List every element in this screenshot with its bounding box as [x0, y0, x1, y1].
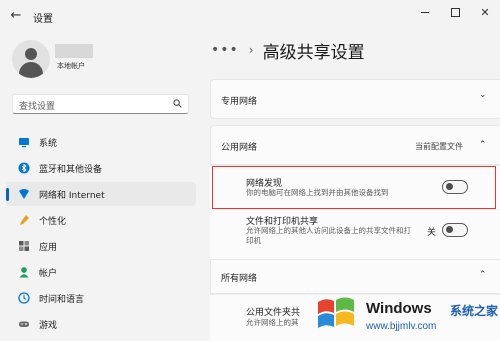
sidebar-item-system[interactable]: 系统 [6, 130, 196, 154]
minimize-button[interactable] [410, 0, 440, 24]
title-bar: ← 设置 ✕ [0, 0, 500, 32]
watermark-brand-cn: 系统之家 [450, 304, 499, 318]
sidebar-item-bluetooth[interactable]: 蓝牙和其他设备 [6, 156, 196, 180]
back-button[interactable]: ← [8, 8, 24, 24]
breadcrumb: ••• › 高级共享设置 [211, 38, 365, 63]
network-icon [19, 189, 29, 199]
section-label: 专用网络 [221, 97, 258, 107]
sidebar-item-label: 蓝牙和其他设备 [39, 165, 103, 175]
sidebar-item-time-language[interactable]: 时间和语言 [6, 286, 196, 310]
watermark-brand: Windows [366, 300, 432, 317]
sidebar-item-label: 系统 [39, 139, 58, 149]
sidebar-item-label: 应用 [39, 243, 58, 253]
page-title: 高级共享设置 [262, 42, 365, 63]
chevron-down-icon[interactable]: ⌄ [479, 90, 487, 100]
search-icon[interactable] [173, 99, 182, 108]
chevron-up-icon[interactable]: ⌃ [479, 140, 487, 150]
sidebar-item-label: 个性化 [39, 217, 67, 227]
watermark-url: www.bjjmlv.com [366, 321, 437, 332]
accounts-icon [19, 267, 29, 278]
avatar-head [25, 48, 37, 60]
sidebar-item-accounts[interactable]: 帐户 [6, 260, 196, 284]
chevron-up-icon[interactable]: ⌃ [479, 270, 487, 280]
breadcrumb-overflow-button[interactable]: ••• [211, 42, 239, 58]
sidebar-item-personalization[interactable]: 个性化 [6, 208, 196, 232]
section-private-network[interactable]: 专用网络 ⌄ [210, 79, 500, 119]
highlight-box [212, 166, 496, 209]
section-public-network[interactable]: 公用网络 当前配置文件 ⌃ [210, 125, 500, 165]
system-icon [19, 138, 29, 148]
sidebar-item-label: 网络和 Internet [39, 191, 105, 201]
apps-icon [19, 241, 29, 251]
sidebar-item-label: 帐户 [39, 269, 58, 279]
file-printer-sharing-toggle[interactable] [442, 223, 468, 237]
file-printer-sharing-row: 文件和打印机共享 允许网络上的其他人访问此设备上的共享文件和打印机 关 [210, 209, 500, 259]
app-title: 设置 [33, 14, 53, 25]
profile-name-redacted [55, 44, 93, 58]
sidebar-item-apps[interactable]: 应用 [6, 234, 196, 258]
close-button[interactable]: ✕ [470, 0, 500, 24]
maximize-button[interactable] [440, 0, 470, 24]
avatar[interactable] [12, 40, 50, 78]
gaming-icon [19, 321, 29, 327]
file-printer-sharing-state: 关 [427, 228, 437, 238]
maximize-icon [450, 7, 460, 17]
active-indicator [6, 188, 9, 201]
window-controls: ✕ [410, 0, 500, 24]
section-all-networks[interactable]: 所有网络 ⌃ [210, 259, 500, 294]
file-printer-sharing-description: 允许网络上的其他人访问此设备上的共享文件和打印机 [246, 226, 411, 245]
personalization-icon [20, 215, 29, 225]
sidebar-item-network[interactable]: 网络和 Internet [6, 182, 196, 206]
sidebar-item-gaming[interactable]: 游戏 [6, 312, 196, 336]
account-type-label: 本地帐户 [57, 62, 85, 70]
section-label: 所有网络 [221, 274, 258, 284]
search-input[interactable]: 查找设置 [12, 94, 189, 114]
current-profile-label: 当前配置文件 [415, 142, 463, 151]
avatar-body [19, 62, 43, 78]
sidebar-item-label: 时间和语言 [39, 295, 85, 305]
time-language-icon [18, 292, 30, 304]
minimize-icon [421, 11, 429, 13]
search-placeholder: 查找设置 [19, 102, 56, 112]
watermark: Windows 系统之家 www.bjjmlv.com [308, 290, 500, 341]
sidebar-item-label: 游戏 [39, 321, 58, 331]
chevron-right-icon: › [248, 43, 254, 57]
toggle-knob [446, 226, 453, 233]
public-folder-sharing-title: 公用文件夹共 [246, 308, 301, 318]
windows-logo-icon [318, 297, 354, 328]
bluetooth-icon [18, 162, 30, 174]
section-label: 公用网络 [221, 143, 258, 153]
